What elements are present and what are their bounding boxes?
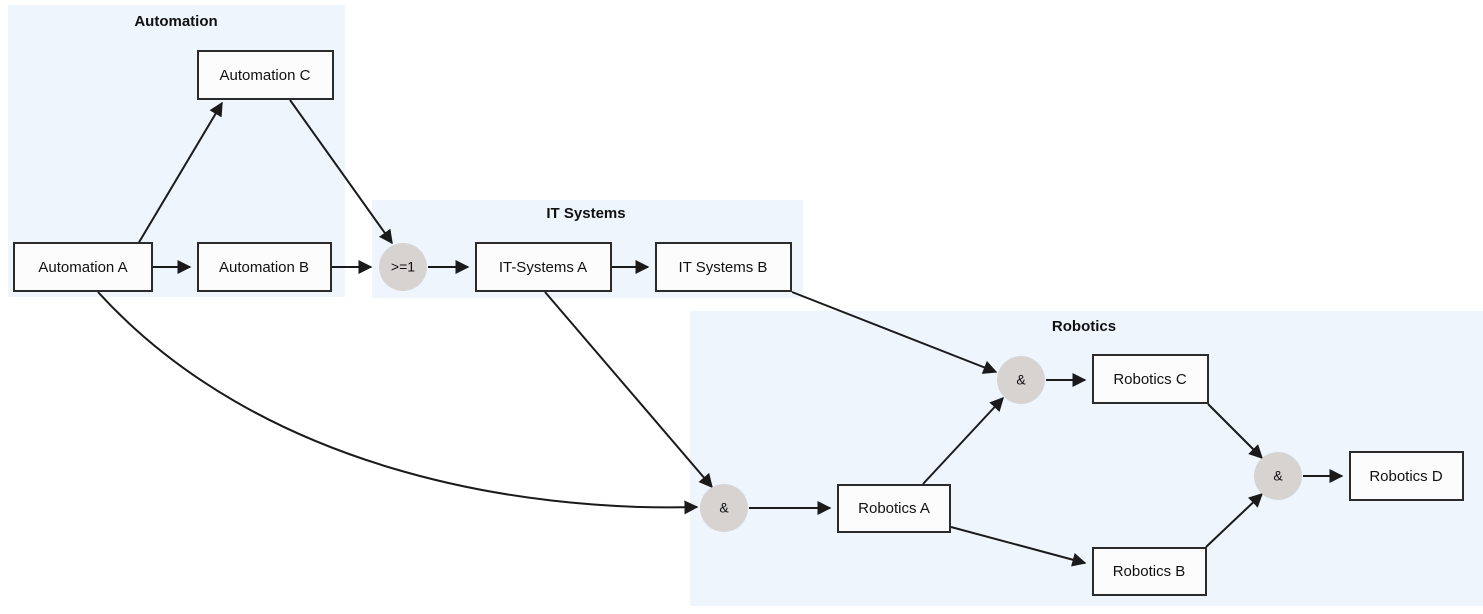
node-robotics-c[interactable]: Robotics C [1092,354,1209,404]
node-label-it-systems-a: IT-Systems A [499,259,587,276]
node-it-systems-b[interactable]: IT Systems B [655,242,792,292]
node-label-robotics-d: Robotics D [1369,468,1443,485]
node-label-automation-b: Automation B [219,259,309,276]
node-automation-a[interactable]: Automation A [13,242,153,292]
node-label-it-systems-b: IT Systems B [679,259,768,276]
node-robotics-a[interactable]: Robotics A [837,484,951,533]
gate-label-gate-and-3: & [1273,468,1283,484]
node-label-automation-a: Automation A [38,259,127,276]
node-label-robotics-b: Robotics B [1113,563,1186,580]
cluster-label-it-systems: IT Systems [546,205,625,222]
gate-gate-and-2[interactable]: & [997,356,1045,404]
gate-label-gate-and-1: & [719,500,729,516]
node-automation-b[interactable]: Automation B [197,242,332,292]
node-robotics-b[interactable]: Robotics B [1092,547,1207,596]
process-flow-diagram: >=1 & & & Automation A Automation B Automatio… [8,5,1483,606]
cluster-label-automation: Automation [134,13,217,30]
edge-itsa-and1 [544,291,713,489]
gate-gate-and-1[interactable]: & [700,484,748,532]
cluster-label-robotics: Robotics [1052,318,1116,335]
diagram-canvas: >=1 & & & Automation A Automation B Automatio… [0,0,1483,614]
node-label-automation-c: Automation C [220,67,311,84]
node-label-robotics-a: Robotics A [858,500,930,517]
gate-gate-or-1[interactable]: >=1 [379,243,427,291]
node-robotics-d[interactable]: Robotics D [1349,451,1464,501]
node-label-robotics-c: Robotics C [1113,371,1187,388]
node-it-systems-a[interactable]: IT-Systems A [475,242,612,292]
gate-gate-and-3[interactable]: & [1254,452,1302,500]
gate-label-gate-and-2: & [1016,372,1026,388]
gate-label-gate-or-1: >=1 [391,259,415,275]
node-automation-c[interactable]: Automation C [197,50,334,100]
edge-auta-and1 [97,291,699,515]
